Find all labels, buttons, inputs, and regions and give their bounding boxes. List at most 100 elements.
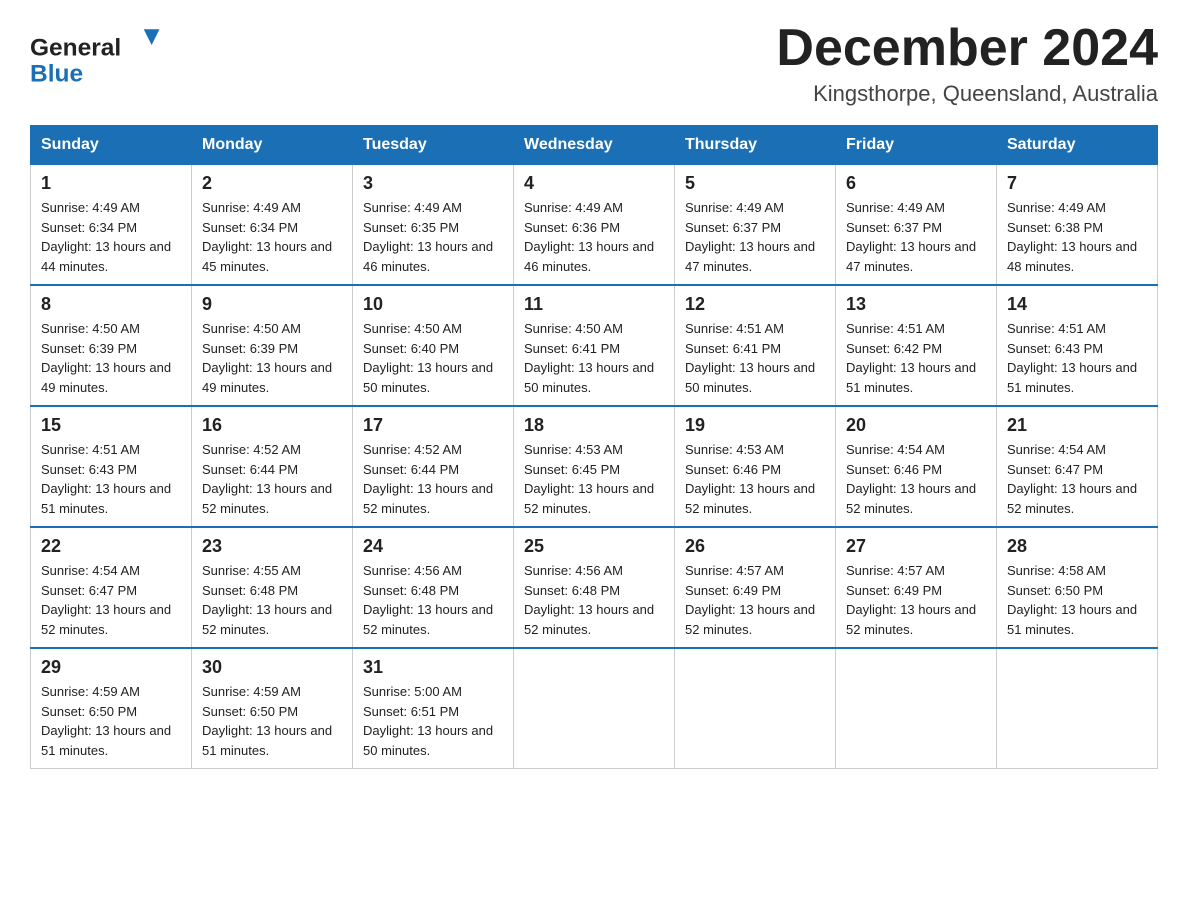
day-number: 25 — [524, 536, 664, 557]
day-number: 6 — [846, 173, 986, 194]
day-info: Sunrise: 4:50 AMSunset: 6:41 PMDaylight:… — [524, 319, 664, 397]
day-info: Sunrise: 4:57 AMSunset: 6:49 PMDaylight:… — [685, 561, 825, 639]
day-info: Sunrise: 4:49 AMSunset: 6:34 PMDaylight:… — [202, 198, 342, 276]
day-info: Sunrise: 4:49 AMSunset: 6:36 PMDaylight:… — [524, 198, 664, 276]
day-info: Sunrise: 5:00 AMSunset: 6:51 PMDaylight:… — [363, 682, 503, 760]
calendar-cell: 22Sunrise: 4:54 AMSunset: 6:47 PMDayligh… — [31, 527, 192, 648]
calendar-cell: 4 Sunrise: 4:49 AMSunset: 6:36 PMDaylight… — [514, 165, 675, 286]
day-number: 10 — [363, 294, 503, 315]
col-header-sunday: Sunday — [31, 126, 192, 165]
day-number: 17 — [363, 415, 503, 436]
day-info: Sunrise: 4:56 AMSunset: 6:48 PMDaylight:… — [524, 561, 664, 639]
day-info: Sunrise: 4:50 AMSunset: 6:39 PMDaylight:… — [41, 319, 181, 397]
day-info: Sunrise: 4:50 AMSunset: 6:40 PMDaylight:… — [363, 319, 503, 397]
calendar-cell: 1 Sunrise: 4:49 AMSunset: 6:34 PMDaylight… — [31, 165, 192, 286]
calendar-cell: 19 Sunrise: 4:53 AMSunset: 6:46 PMDayligh… — [675, 406, 836, 527]
day-info: Sunrise: 4:51 AMSunset: 6:43 PMDaylight:… — [1007, 319, 1147, 397]
calendar-cell: 28 Sunrise: 4:58 AMSunset: 6:50 PMDayligh… — [997, 527, 1158, 648]
day-info: Sunrise: 4:52 AMSunset: 6:44 PMDaylight:… — [202, 440, 342, 518]
day-number: 5 — [685, 173, 825, 194]
day-number: 16 — [202, 415, 342, 436]
day-number: 13 — [846, 294, 986, 315]
month-title: December 2024 — [776, 20, 1158, 77]
col-header-thursday: Thursday — [675, 126, 836, 165]
day-info: Sunrise: 4:53 AMSunset: 6:46 PMDaylight:… — [685, 440, 825, 518]
calendar-table: SundayMondayTuesdayWednesdayThursdayFrid… — [30, 125, 1158, 769]
col-header-monday: Monday — [192, 126, 353, 165]
day-info: Sunrise: 4:50 AMSunset: 6:39 PMDaylight:… — [202, 319, 342, 397]
day-info: Sunrise: 4:59 AMSunset: 6:50 PMDaylight:… — [41, 682, 181, 760]
calendar-cell: 3Sunrise: 4:49 AMSunset: 6:35 PMDaylight… — [353, 165, 514, 286]
calendar-week-row: 22Sunrise: 4:54 AMSunset: 6:47 PMDayligh… — [31, 527, 1158, 648]
day-number: 26 — [685, 536, 825, 557]
day-number: 29 — [41, 657, 181, 678]
day-number: 30 — [202, 657, 342, 678]
calendar-cell: 9Sunrise: 4:50 AMSunset: 6:39 PMDaylight… — [192, 285, 353, 406]
day-number: 19 — [685, 415, 825, 436]
calendar-cell — [997, 648, 1158, 769]
calendar-week-row: 1 Sunrise: 4:49 AMSunset: 6:34 PMDaylight… — [31, 165, 1158, 286]
day-number: 31 — [363, 657, 503, 678]
calendar-cell: 12Sunrise: 4:51 AMSunset: 6:41 PMDayligh… — [675, 285, 836, 406]
calendar-cell: 24 Sunrise: 4:56 AMSunset: 6:48 PMDayligh… — [353, 527, 514, 648]
calendar-cell: 10 Sunrise: 4:50 AMSunset: 6:40 PMDayligh… — [353, 285, 514, 406]
day-number: 11 — [524, 294, 664, 315]
calendar-cell: 5 Sunrise: 4:49 AMSunset: 6:37 PMDaylight… — [675, 165, 836, 286]
calendar-cell: 27 Sunrise: 4:57 AMSunset: 6:49 PMDayligh… — [836, 527, 997, 648]
day-info: Sunrise: 4:54 AMSunset: 6:47 PMDaylight:… — [1007, 440, 1147, 518]
day-number: 1 — [41, 173, 181, 194]
col-header-wednesday: Wednesday — [514, 126, 675, 165]
day-info: Sunrise: 4:56 AMSunset: 6:48 PMDaylight:… — [363, 561, 503, 639]
day-number: 12 — [685, 294, 825, 315]
day-number: 23 — [202, 536, 342, 557]
day-number: 4 — [524, 173, 664, 194]
calendar-cell — [836, 648, 997, 769]
title-area: December 2024 Kingsthorpe, Queensland, A… — [776, 20, 1158, 107]
day-number: 21 — [1007, 415, 1147, 436]
day-number: 8 — [41, 294, 181, 315]
calendar-cell: 21 Sunrise: 4:54 AMSunset: 6:47 PMDayligh… — [997, 406, 1158, 527]
col-header-friday: Friday — [836, 126, 997, 165]
calendar-cell: 11 Sunrise: 4:50 AMSunset: 6:41 PMDayligh… — [514, 285, 675, 406]
col-header-tuesday: Tuesday — [353, 126, 514, 165]
calendar-cell: 25 Sunrise: 4:56 AMSunset: 6:48 PMDayligh… — [514, 527, 675, 648]
day-info: Sunrise: 4:57 AMSunset: 6:49 PMDaylight:… — [846, 561, 986, 639]
col-header-saturday: Saturday — [997, 126, 1158, 165]
svg-text:Blue: Blue — [30, 61, 83, 88]
day-info: Sunrise: 4:52 AMSunset: 6:44 PMDaylight:… — [363, 440, 503, 518]
svg-text:General: General — [30, 34, 121, 61]
calendar-cell: 29 Sunrise: 4:59 AMSunset: 6:50 PMDayligh… — [31, 648, 192, 769]
calendar-cell: 14 Sunrise: 4:51 AMSunset: 6:43 PMDayligh… — [997, 285, 1158, 406]
day-number: 15 — [41, 415, 181, 436]
day-info: Sunrise: 4:49 AMSunset: 6:37 PMDaylight:… — [685, 198, 825, 276]
page-header: General Blue December 2024 Kingsthorpe, … — [30, 20, 1158, 107]
day-info: Sunrise: 4:58 AMSunset: 6:50 PMDaylight:… — [1007, 561, 1147, 639]
day-info: Sunrise: 4:49 AMSunset: 6:34 PMDaylight:… — [41, 198, 181, 276]
day-info: Sunrise: 4:54 AMSunset: 6:46 PMDaylight:… — [846, 440, 986, 518]
day-number: 20 — [846, 415, 986, 436]
calendar-cell: 23Sunrise: 4:55 AMSunset: 6:48 PMDayligh… — [192, 527, 353, 648]
calendar-week-row: 15 Sunrise: 4:51 AMSunset: 6:43 PMDayligh… — [31, 406, 1158, 527]
calendar-cell: 13 Sunrise: 4:51 AMSunset: 6:42 PMDayligh… — [836, 285, 997, 406]
calendar-cell — [675, 648, 836, 769]
day-number: 7 — [1007, 173, 1147, 194]
day-number: 14 — [1007, 294, 1147, 315]
location: Kingsthorpe, Queensland, Australia — [776, 81, 1158, 107]
day-number: 28 — [1007, 536, 1147, 557]
calendar-header-row: SundayMondayTuesdayWednesdayThursdayFrid… — [31, 126, 1158, 165]
day-info: Sunrise: 4:59 AMSunset: 6:50 PMDaylight:… — [202, 682, 342, 760]
logo-icon: General Blue — [30, 20, 170, 90]
day-number: 24 — [363, 536, 503, 557]
calendar-cell: 8 Sunrise: 4:50 AMSunset: 6:39 PMDaylight… — [31, 285, 192, 406]
day-number: 22 — [41, 536, 181, 557]
day-number: 27 — [846, 536, 986, 557]
calendar-cell: 18Sunrise: 4:53 AMSunset: 6:45 PMDayligh… — [514, 406, 675, 527]
calendar-cell: 17 Sunrise: 4:52 AMSunset: 6:44 PMDayligh… — [353, 406, 514, 527]
calendar-cell: 15 Sunrise: 4:51 AMSunset: 6:43 PMDayligh… — [31, 406, 192, 527]
day-info: Sunrise: 4:51 AMSunset: 6:43 PMDaylight:… — [41, 440, 181, 518]
day-info: Sunrise: 4:49 AMSunset: 6:38 PMDaylight:… — [1007, 198, 1147, 276]
day-number: 18 — [524, 415, 664, 436]
day-info: Sunrise: 4:49 AMSunset: 6:37 PMDaylight:… — [846, 198, 986, 276]
calendar-cell: 26 Sunrise: 4:57 AMSunset: 6:49 PMDayligh… — [675, 527, 836, 648]
day-info: Sunrise: 4:51 AMSunset: 6:42 PMDaylight:… — [846, 319, 986, 397]
